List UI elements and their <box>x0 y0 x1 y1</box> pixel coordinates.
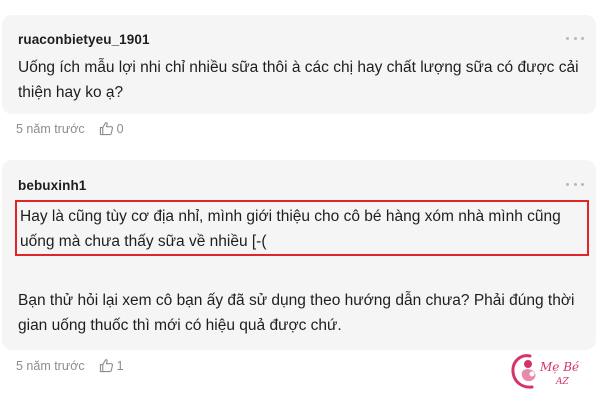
comment-username[interactable]: bebuxinh1 <box>18 178 86 193</box>
like-count: 1 <box>116 358 124 373</box>
comments-page: ruaconbietyeu_1901 Uống ích mẫu lợi nhi … <box>0 0 600 400</box>
logo-text: Mẹ Bé <box>540 360 580 374</box>
comment-meta: 5 năm trước 0 <box>16 121 124 136</box>
more-dots-icon[interactable] <box>566 179 584 189</box>
comment-card: ruaconbietyeu_1901 Uống ích mẫu lợi nhi … <box>2 15 596 114</box>
comment-card: bebuxinh1 Hay là cũng tùy cơ địa nhỉ, mì… <box>2 160 596 350</box>
comment-timestamp: 5 năm trước <box>16 121 85 136</box>
comment-text: Uống ích mẫu lợi nhi chỉ nhiều sữa thôi … <box>18 59 579 101</box>
comment-meta: 5 năm trước 1 <box>16 358 124 373</box>
highlighted-comment-text: Hay là cũng tùy cơ địa nhỉ, mình giới th… <box>20 208 561 250</box>
more-dots-icon[interactable] <box>566 33 584 43</box>
comment-timestamp: 5 năm trước <box>16 358 85 373</box>
thumbs-up-icon[interactable] <box>99 121 114 136</box>
like-count: 0 <box>116 121 124 136</box>
thumbs-up-icon[interactable] <box>99 358 114 373</box>
comment-reply-text: Bạn thử hỏi lại xem cô bạn ấy đã sử dụng… <box>18 292 575 334</box>
highlight-box: Hay là cũng tùy cơ địa nhỉ, mình giới th… <box>15 200 589 256</box>
logo-subtext: AZ <box>556 377 569 387</box>
site-logo: Mẹ Bé AZ <box>508 350 586 394</box>
comment-username[interactable]: ruaconbietyeu_1901 <box>18 32 150 47</box>
